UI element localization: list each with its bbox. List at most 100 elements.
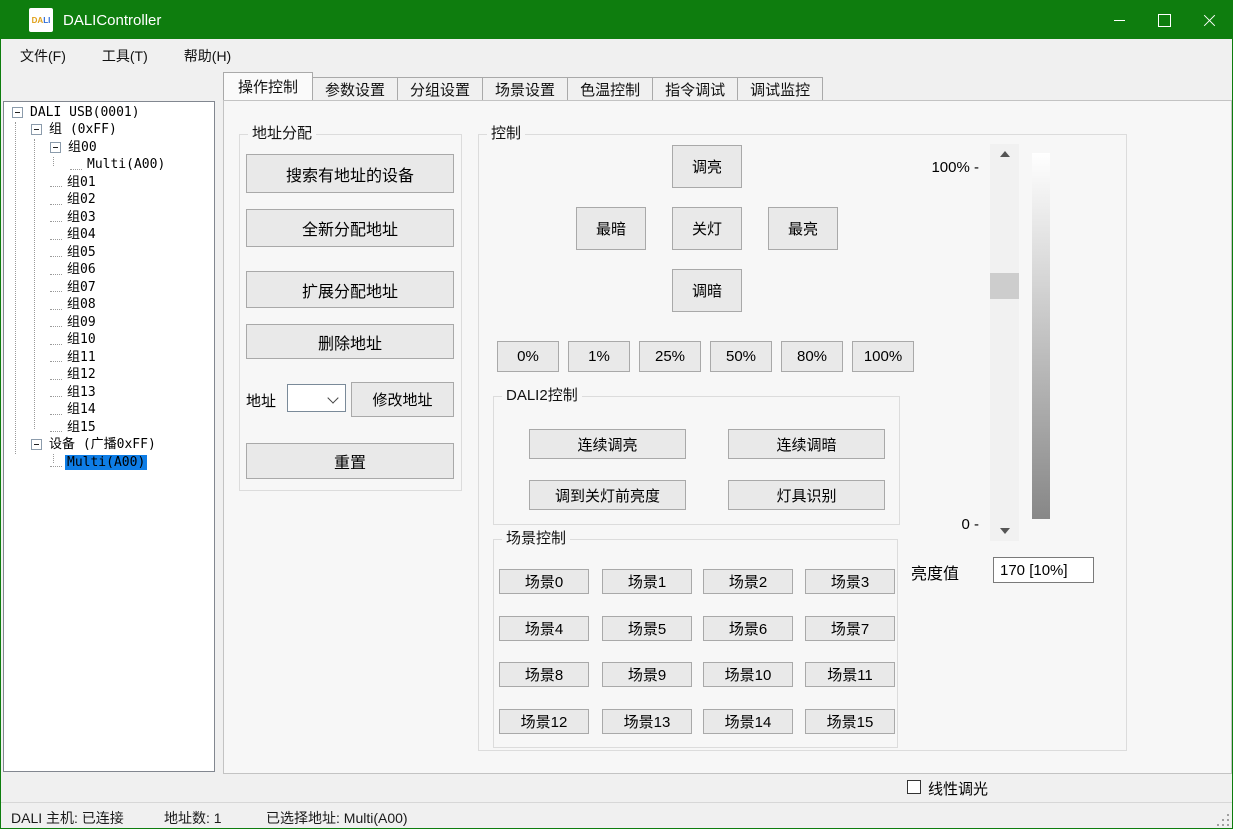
tree-item[interactable]: 组10 — [4, 331, 98, 348]
tree-item[interactable]: 组 (0xFF) — [4, 121, 119, 138]
tree-connector-icon — [50, 177, 62, 187]
address-combobox[interactable] — [287, 384, 346, 412]
lamp-off-button[interactable]: 关灯 — [672, 207, 742, 250]
tree-item[interactable]: 组12 — [4, 366, 98, 383]
scene-button-0[interactable]: 场景0 — [499, 569, 589, 594]
tabstrip: 操作控制参数设置分组设置场景设置色温控制指令调试调试监控 — [223, 72, 822, 100]
scene-button-12[interactable]: 场景12 — [499, 709, 589, 734]
brightness-scrollbar[interactable] — [990, 144, 1019, 541]
scene-button-3[interactable]: 场景3 — [805, 569, 895, 594]
percent-button-50[interactable]: 50% — [710, 341, 772, 372]
scrollbar-thumb[interactable] — [990, 273, 1019, 299]
tree-item[interactable]: 组06 — [4, 261, 98, 278]
tree-item[interactable]: 组00 — [4, 139, 99, 156]
recall-last-level-button[interactable]: 调到关灯前亮度 — [529, 480, 686, 510]
tree-item[interactable]: 设备 (广播0xFF) — [4, 436, 158, 453]
percent-button-1[interactable]: 1% — [568, 341, 630, 372]
tree-item-label: 组03 — [65, 210, 98, 225]
tree-expand-icon[interactable] — [50, 142, 61, 153]
scene-button-4[interactable]: 场景4 — [499, 616, 589, 641]
extend-assign-addresses-button[interactable]: 扩展分配地址 — [246, 271, 454, 308]
continuous-dim-up-button[interactable]: 连续调亮 — [529, 429, 686, 459]
scene-button-13[interactable]: 场景13 — [602, 709, 692, 734]
scene-button-10[interactable]: 场景10 — [703, 662, 793, 687]
dim-down-button[interactable]: 调暗 — [672, 269, 742, 312]
tree-item[interactable]: 组01 — [4, 174, 98, 191]
scene-button-1[interactable]: 场景1 — [602, 569, 692, 594]
scene-button-14[interactable]: 场景14 — [703, 709, 793, 734]
tree-item[interactable]: 组11 — [4, 349, 98, 366]
tab-parameter-settings[interactable]: 参数设置 — [312, 77, 398, 100]
app-window: DALI DALIController 文件(F)工具(T)帮助(H) 操作控制… — [0, 0, 1233, 829]
device-tree: DALI USB(0001)组 (0xFF)组00Multi(A00)组01组0… — [3, 101, 215, 772]
scene-button-9[interactable]: 场景9 — [602, 662, 692, 687]
scene-button-7[interactable]: 场景7 — [805, 616, 895, 641]
tree-expand-icon[interactable] — [31, 439, 42, 450]
tree-item[interactable]: 组09 — [4, 314, 98, 331]
scene-button-8[interactable]: 场景8 — [499, 662, 589, 687]
tab-color-temp-control[interactable]: 色温控制 — [567, 77, 653, 100]
close-icon — [1203, 14, 1216, 27]
minimize-button[interactable] — [1097, 1, 1142, 39]
delete-address-button[interactable]: 删除地址 — [246, 324, 454, 359]
scene-button-11[interactable]: 场景11 — [805, 662, 895, 687]
assign-new-addresses-button[interactable]: 全新分配地址 — [246, 209, 454, 247]
tab-group-settings[interactable]: 分组设置 — [397, 77, 483, 100]
dim-min-button[interactable]: 最暗 — [576, 207, 646, 250]
dim-max-button[interactable]: 最亮 — [768, 207, 838, 250]
close-button[interactable] — [1187, 1, 1232, 39]
scene-button-2[interactable]: 场景2 — [703, 569, 793, 594]
tree-guide-line — [15, 122, 16, 454]
continuous-dim-down-button[interactable]: 连续调暗 — [728, 429, 885, 459]
percent-button-25[interactable]: 25% — [639, 341, 701, 372]
search-addressed-devices-button[interactable]: 搜索有地址的设备 — [246, 154, 454, 193]
tree-item[interactable]: 组14 — [4, 401, 98, 418]
dim-up-button[interactable]: 调亮 — [672, 145, 742, 188]
scroll-down-button[interactable] — [990, 521, 1019, 541]
tab-command-debug[interactable]: 指令调试 — [652, 77, 738, 100]
tree-item-label: 组11 — [65, 350, 98, 365]
tree-connector-icon — [50, 422, 62, 432]
percent-button-80[interactable]: 80% — [781, 341, 843, 372]
modify-address-button[interactable]: 修改地址 — [351, 382, 454, 417]
menu-help[interactable]: 帮助(H) — [171, 39, 244, 73]
scene-button-6[interactable]: 场景6 — [703, 616, 793, 641]
brightness-value-box[interactable]: 170 [10%] — [993, 557, 1094, 583]
tree-item[interactable]: 组05 — [4, 244, 98, 261]
scene-button-5[interactable]: 场景5 — [602, 616, 692, 641]
percent-button-100[interactable]: 100% — [852, 341, 914, 372]
tree-item[interactable]: 组04 — [4, 226, 98, 243]
luminaire-identify-button[interactable]: 灯具识别 — [728, 480, 885, 510]
tree-item[interactable]: 组13 — [4, 384, 98, 401]
tree-item[interactable]: DALI USB(0001) — [4, 104, 142, 121]
tree-item[interactable]: Multi(A00) — [4, 156, 167, 173]
percent-button-0[interactable]: 0% — [497, 341, 559, 372]
tree-item-label: 组01 — [65, 175, 98, 190]
menu-file[interactable]: 文件(F) — [7, 39, 79, 73]
arrow-down-icon — [1000, 528, 1010, 534]
brightness-value-label: 亮度值 — [911, 560, 959, 584]
tree-connector-icon — [50, 405, 62, 415]
scroll-up-button[interactable] — [990, 144, 1019, 164]
tree-item[interactable]: 组08 — [4, 296, 98, 313]
maximize-button[interactable] — [1142, 1, 1187, 39]
tree-expand-icon[interactable] — [12, 107, 23, 118]
tab-operation-control[interactable]: 操作控制 — [223, 72, 313, 100]
tree-item[interactable]: 组15 — [4, 419, 98, 436]
tab-debug-monitor[interactable]: 调试监控 — [737, 77, 823, 100]
tree-item[interactable]: Multi(A00) — [4, 454, 147, 471]
scene-button-15[interactable]: 场景15 — [805, 709, 895, 734]
tree-item[interactable]: 组07 — [4, 279, 98, 296]
tab-scene-settings[interactable]: 场景设置 — [482, 77, 568, 100]
linear-dimming-checkbox[interactable] — [907, 780, 921, 794]
menu-tools[interactable]: 工具(T) — [89, 39, 161, 73]
tree-connector-icon — [50, 352, 62, 362]
resize-grip[interactable] — [1216, 813, 1229, 826]
tree-item[interactable]: 组02 — [4, 191, 98, 208]
app-icon-text: DA — [32, 16, 44, 25]
reset-button[interactable]: 重置 — [246, 443, 454, 479]
tree-item[interactable]: 组03 — [4, 209, 98, 226]
tree-item-label: 组08 — [65, 297, 98, 312]
tree-expand-icon[interactable] — [31, 124, 42, 135]
tree-connector-icon — [50, 265, 62, 275]
